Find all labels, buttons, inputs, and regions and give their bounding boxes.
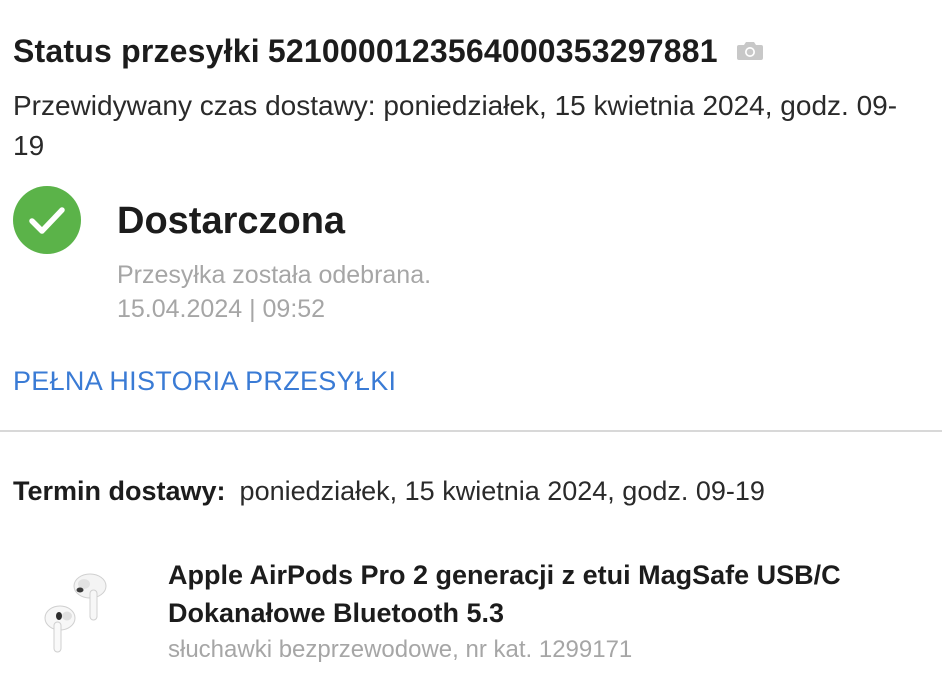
page-title: Status przesyłki 521000012356400035329788…	[13, 33, 718, 70]
earbuds-icon[interactable]	[40, 560, 120, 660]
delivery-term: Termin dostawy: poniedziałek, 15 kwietnia…	[13, 476, 765, 507]
full-history-link[interactable]: PEŁNA HISTORIA PRZESYŁKI	[13, 366, 396, 397]
delivery-term-label: Termin dostawy:	[13, 476, 226, 506]
status-label: Dostarczona	[117, 200, 346, 242]
product-item[interactable]: Apple AirPods Pro 2 generacji z etui Mag…	[40, 556, 920, 676]
product-meta: słuchawki bezprzewodowe, nr kat. 1299171	[168, 636, 633, 663]
status-timestamp: 15.04.2024 | 09:52	[117, 295, 326, 323]
check-circle-icon	[13, 186, 81, 254]
shipment-header: Status przesyłki 521000012356400035329788…	[13, 28, 928, 166]
status-details: Przesyłka została odebrana. 15.04.2024 |…	[117, 258, 431, 326]
tracking-number: 5210000123564000353297881	[267, 32, 718, 69]
camera-icon[interactable]	[736, 40, 764, 62]
title-row: Status przesyłki 521000012356400035329788…	[13, 28, 928, 74]
status-description: Przesyłka została odebrana.	[117, 261, 432, 289]
divider	[0, 430, 942, 432]
delivery-term-value: poniedziałek, 15 kwietnia 2024, godz. 09…	[239, 476, 765, 506]
estimated-delivery: Przewidywany czas dostawy: poniedziałek,…	[13, 90, 898, 161]
product-name[interactable]: Apple AirPods Pro 2 generacji z etui Mag…	[168, 556, 908, 632]
title-prefix: Status przesyłki	[13, 32, 260, 69]
